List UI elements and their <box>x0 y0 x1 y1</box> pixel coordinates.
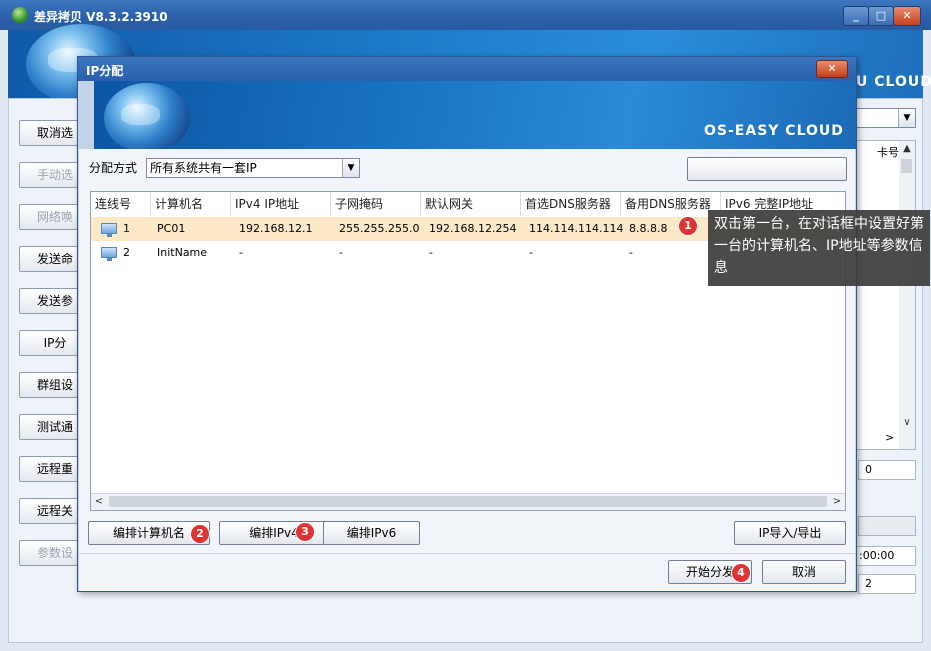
column-header-dns1[interactable]: 首选DNS服务器 <box>521 192 621 216</box>
scroll-thumb[interactable] <box>109 496 827 507</box>
step-badge-3: 3 <box>296 523 314 541</box>
cell-ipv4: 192.168.12.1 <box>239 222 313 235</box>
cell-no: 2 <box>123 246 130 259</box>
cell-gateway: - <box>429 246 433 259</box>
main-right-combo[interactable]: ▼ <box>852 108 916 128</box>
ip-alloc-dialog: IP分配 ✕ OS-EASY CLOUD 分配方式 所有系统共有一套IP ▼ 连… <box>77 56 857 592</box>
cell-name: PC01 <box>157 222 186 235</box>
dialog-close-button[interactable]: ✕ <box>816 60 848 78</box>
alloc-mode-select[interactable]: 所有系统共有一套IP ▼ <box>146 158 360 178</box>
cell-ipv4: - <box>239 246 243 259</box>
main-right-progress <box>858 516 916 536</box>
cell-dns1: 114.114.114.114 <box>529 222 624 235</box>
cell-mask: 255.255.255.0 <box>339 222 420 235</box>
column-header-gateway[interactable]: 默认网关 <box>421 192 521 216</box>
dropdown-arrow-icon: ▼ <box>342 159 359 177</box>
instruction-tooltip: 双击第一台，在对话框中设置好第一台的计算机名、IP地址等参数信息 <box>708 210 930 286</box>
modify-name-ip-button[interactable] <box>687 157 847 181</box>
column-header-name[interactable]: 计算机名 <box>151 192 231 216</box>
cell-dns2: 8.8.8.8 <box>629 222 668 235</box>
main-right-vscroll[interactable]: ▲ ∨ <box>899 141 915 449</box>
step-badge-2: 2 <box>191 525 209 543</box>
divider <box>79 553 855 554</box>
maximize-button[interactable]: □ <box>868 6 894 26</box>
main-right-field-3[interactable]: 2 <box>858 574 916 594</box>
cell-mask: - <box>339 246 343 259</box>
column-header-dns2[interactable]: 备用DNS服务器 <box>621 192 721 216</box>
cell-name: InitName <box>157 246 208 259</box>
main-right-field-1[interactable]: 0 <box>858 460 916 480</box>
edit-ipv6-button[interactable]: 编排IPv6 <box>323 521 420 545</box>
ip-import-export-button[interactable]: IP导入/导出 <box>734 521 846 545</box>
main-right-header: 卡号 <box>877 146 899 159</box>
main-right-field-2[interactable]: :00:00 <box>852 546 916 566</box>
column-header-mask[interactable]: 子网掩码 <box>331 192 421 216</box>
alloc-mode-label: 分配方式 <box>89 161 138 175</box>
scroll-up-icon[interactable]: ▲ <box>899 141 915 157</box>
dialog-title-bar[interactable]: IP分配 ✕ <box>78 57 856 81</box>
step-badge-1: 1 <box>679 217 697 235</box>
column-header-no[interactable]: 连线号 <box>91 192 151 216</box>
close-button[interactable]: ✕ <box>893 6 921 26</box>
cancel-button[interactable]: 取消 <box>762 560 846 584</box>
alloc-mode-value: 所有系统共有一套IP <box>150 161 257 175</box>
cell-dns1: - <box>529 246 533 259</box>
scroll-left-icon[interactable]: < <box>91 494 107 510</box>
main-banner-brand: U CLOUD <box>856 74 931 90</box>
scroll-right-icon[interactable]: > <box>885 431 894 444</box>
main-window-title: 差异拷贝 V8.3.2.3910 <box>34 10 168 24</box>
dialog-banner-brand: OS-EASY CLOUD <box>704 123 844 139</box>
globe-logo <box>104 83 190 153</box>
pc-icon <box>101 247 117 261</box>
minimize-button[interactable]: _ <box>843 6 869 26</box>
dropdown-arrow-icon: ▼ <box>898 109 915 127</box>
scroll-thumb <box>901 159 912 173</box>
cell-gateway: 192.168.12.254 <box>429 222 517 235</box>
main-right-list[interactable]: 卡号 ▲ ∨ > <box>852 140 916 450</box>
cell-dns2: - <box>629 246 633 259</box>
app-icon <box>12 7 28 23</box>
step-badge-4: 4 <box>732 564 750 582</box>
cell-no: 1 <box>123 222 130 235</box>
dialog-title: IP分配 <box>86 64 124 78</box>
dialog-banner: OS-EASY CLOUD <box>94 81 856 153</box>
scroll-right-icon[interactable]: > <box>829 494 845 510</box>
pc-icon <box>101 223 117 237</box>
main-title-bar[interactable]: 差异拷贝 V8.3.2.3910 _ □ ✕ <box>0 0 931 30</box>
scroll-down-icon[interactable]: ∨ <box>899 415 915 431</box>
table-hscroll[interactable]: < > <box>91 493 845 510</box>
column-header-ipv4[interactable]: IPv4 IP地址 <box>231 192 331 216</box>
